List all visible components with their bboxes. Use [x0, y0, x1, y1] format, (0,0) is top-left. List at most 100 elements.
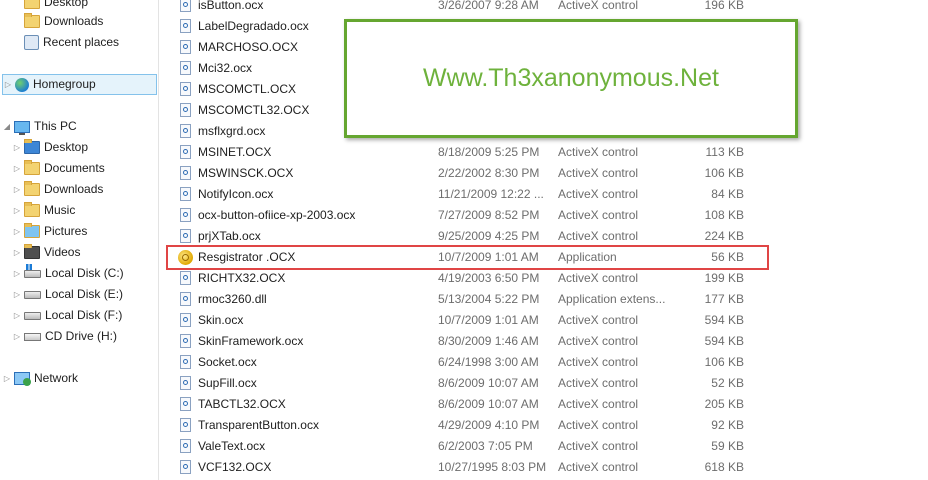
nav-item-label: Local Disk (E:)	[45, 287, 124, 301]
file-row[interactable]: SkinFramework.ocx 8/30/2009 1:46 AM Active…	[168, 331, 928, 352]
activex-file-icon	[180, 187, 191, 201]
expand-arrow-icon[interactable]: ▷	[12, 137, 22, 158]
file-date-modified: 9/25/2009 4:25 PM	[438, 229, 540, 243]
file-row[interactable]: RICHTX32.OCX 4/19/2003 6:50 PM ActiveX con…	[168, 268, 928, 289]
activex-file-icon	[180, 103, 191, 117]
file-name: prjXTab.ocx	[198, 229, 261, 243]
file-size: 618 KB	[704, 460, 744, 474]
file-type: ActiveX control	[558, 397, 639, 411]
expand-arrow-icon[interactable]: ▷	[12, 242, 22, 263]
file-row[interactable]: TABCTL32.OCX 8/6/2009 10:07 AM ActiveX con…	[168, 394, 928, 415]
expand-arrow-icon[interactable]: ▷	[12, 200, 22, 221]
file-size: 106 KB	[704, 355, 744, 369]
expand-arrow-icon[interactable]: ▷	[12, 158, 22, 179]
nav-item-music[interactable]: ▷ Music	[12, 200, 75, 221]
file-row[interactable]: ValeText.ocx 6/2/2003 7:05 PM ActiveX cont…	[168, 436, 928, 457]
music-folder-icon	[24, 202, 40, 217]
file-name: SkinFramework.ocx	[198, 334, 304, 348]
file-date-modified: 3/26/2007 9:28 AM	[438, 0, 539, 12]
nav-item-label: Desktop	[44, 140, 89, 154]
nav-item-label: Recent places	[43, 35, 120, 49]
file-row[interactable]: MSWINSCK.OCX 2/22/2002 8:30 PM ActiveX con…	[168, 163, 928, 184]
file-type: ActiveX control	[558, 166, 639, 180]
file-type: ActiveX control	[558, 460, 639, 474]
videos-folder-icon	[24, 244, 40, 259]
file-size: 84 KB	[711, 187, 744, 201]
file-size: 224 KB	[704, 229, 744, 243]
folder-icon	[24, 13, 40, 28]
nav-item-downloads[interactable]: ▷ Downloads	[12, 179, 103, 200]
file-size: 199 KB	[704, 271, 744, 285]
file-type: ActiveX control	[558, 313, 639, 327]
file-date-modified: 11/21/2009 12:22 ...	[438, 187, 544, 201]
file-row[interactable]: MSINET.OCX 8/18/2009 5:25 PM ActiveX contr…	[168, 142, 928, 163]
file-row[interactable]: isButton.ocx 3/26/2007 9:28 AM ActiveX con…	[168, 0, 928, 16]
nav-item-label: Local Disk (F:)	[45, 308, 123, 322]
nav-item-pictures[interactable]: ▷ Pictures	[12, 221, 87, 242]
nav-item-this-pc[interactable]: ◢ This PC	[2, 116, 77, 137]
activex-file-icon	[180, 208, 191, 222]
selection-highlight-box	[166, 245, 769, 270]
expand-arrow-icon[interactable]: ▷	[12, 263, 22, 284]
expand-arrow-icon[interactable]: ▷	[12, 305, 22, 326]
navigation-pane[interactable]: Desktop Downloads Recent places ▷ Homegroup ◢…	[0, 0, 159, 480]
nav-item-local-disk-c[interactable]: ▷ Local Disk (C:)	[12, 263, 124, 284]
nav-item-label: CD Drive (H:)	[45, 329, 117, 343]
cd-drive-icon	[24, 332, 41, 341]
nav-item-cd-drive-h[interactable]: ▷ CD Drive (H:)	[12, 326, 117, 347]
file-name: MSINET.OCX	[198, 145, 272, 159]
activex-file-icon	[180, 355, 191, 369]
file-row[interactable]: VCF132.OCX 10/27/1995 8:03 PM ActiveX cont…	[168, 457, 928, 478]
file-row[interactable]: TransparentButton.ocx 4/29/2009 4:10 PM Ac…	[168, 415, 928, 436]
file-name: MSCOMCTL.OCX	[198, 82, 297, 96]
file-date-modified: 7/27/2009 8:52 PM	[438, 208, 540, 222]
expand-arrow-icon[interactable]: ▷	[3, 74, 13, 95]
file-date-modified: 8/6/2009 10:07 AM	[438, 376, 539, 390]
expand-arrow-icon[interactable]: ▷	[12, 221, 22, 242]
computer-icon	[14, 120, 30, 135]
activex-file-icon	[180, 376, 191, 390]
file-name: Socket.ocx	[198, 355, 257, 369]
file-row[interactable]: rmoc3260.dll 5/13/2004 5:22 PM Application…	[168, 289, 928, 310]
nav-item-label: Videos	[44, 245, 81, 259]
activex-file-icon	[180, 124, 191, 138]
nav-item-desktop[interactable]: ▷ Desktop	[12, 137, 88, 158]
nav-item-videos[interactable]: ▷ Videos	[12, 242, 80, 263]
file-date-modified: 10/27/1995 8:03 PM	[438, 460, 547, 474]
nav-item-network[interactable]: ▷ Network	[2, 368, 78, 389]
file-row[interactable]: Socket.ocx 6/24/1998 3:00 AM ActiveX contr…	[168, 352, 928, 373]
file-row[interactable]: ocx-button-ofiice-xp-2003.ocx 7/27/2009 8…	[168, 205, 928, 226]
nav-item-label: Homegroup	[33, 77, 96, 91]
nav-item-documents[interactable]: ▷ Documents	[12, 158, 105, 179]
activex-file-icon	[180, 313, 191, 327]
expand-arrow-icon[interactable]: ▷	[2, 368, 12, 389]
expand-arrow-icon[interactable]: ▷	[12, 284, 22, 305]
file-date-modified: 8/6/2009 10:07 AM	[438, 397, 539, 411]
folder-icon	[24, 0, 40, 9]
expand-arrow-icon[interactable]: ▷	[12, 326, 22, 347]
file-date-modified: 8/18/2009 5:25 PM	[438, 145, 540, 159]
nav-item-label: Documents	[44, 161, 105, 175]
file-row[interactable]: prjXTab.ocx 9/25/2009 4:25 PM ActiveX cont…	[168, 226, 928, 247]
watermark-box: Www.Th3xanonymous.Net	[344, 19, 798, 138]
file-type: ActiveX control	[558, 271, 639, 285]
nav-item-homegroup[interactable]: ▷ Homegroup	[2, 74, 157, 95]
expand-arrow-icon[interactable]: ◢	[2, 116, 12, 137]
file-type: ActiveX control	[558, 229, 639, 243]
file-size: 59 KB	[711, 439, 744, 453]
drive-icon	[24, 290, 41, 299]
file-type: ActiveX control	[558, 376, 639, 390]
nav-item-recent-places[interactable]: Recent places	[12, 32, 119, 53]
file-type: Application extens...	[558, 292, 666, 306]
file-name: ocx-button-ofiice-xp-2003.ocx	[198, 208, 356, 222]
network-icon	[14, 372, 31, 386]
nav-item-local-disk-e[interactable]: ▷ Local Disk (E:)	[12, 284, 123, 305]
nav-item-downloads[interactable]: Downloads	[12, 11, 103, 32]
file-row[interactable]: NotifyIcon.ocx 11/21/2009 12:22 ... Active…	[168, 184, 928, 205]
file-row[interactable]: SupFill.ocx 8/6/2009 10:07 AM ActiveX cont…	[168, 373, 928, 394]
nav-item-local-disk-f[interactable]: ▷ Local Disk (F:)	[12, 305, 122, 326]
expand-arrow-icon[interactable]: ▷	[12, 179, 22, 200]
file-size: 594 KB	[704, 313, 744, 327]
file-name: SupFill.ocx	[198, 376, 257, 390]
file-row[interactable]: Skin.ocx 10/7/2009 1:01 AM ActiveX control…	[168, 310, 928, 331]
